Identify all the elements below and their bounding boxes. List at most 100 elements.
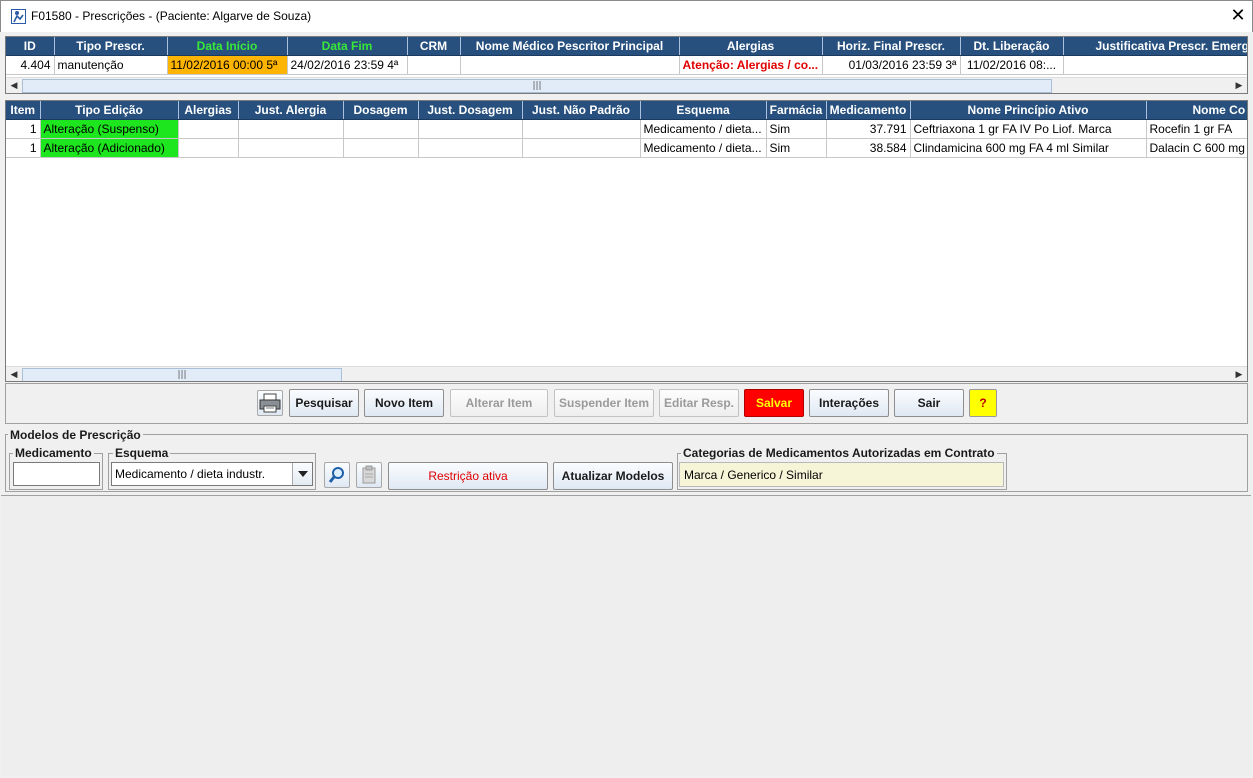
col-nome-medico[interactable]: Nome Médico Pescritor Principal — [460, 37, 680, 56]
interacoes-button[interactable]: Interações — [809, 389, 889, 417]
cell-data-fim[interactable]: 24/02/2016 23:59 4ª — [287, 55, 408, 75]
col-just-dosagem[interactable]: Just. Dosagem — [418, 101, 523, 120]
cell-tipo-edicao[interactable]: Alteração (Adicionado) — [40, 138, 179, 158]
cell-justificativa[interactable] — [1063, 55, 1247, 75]
prescriptions-grid: ID Tipo Prescr. Data Início Data Fim CRM… — [6, 37, 1247, 75]
print-button[interactable] — [257, 390, 283, 416]
cell-horiz-final[interactable]: 01/03/2016 23:59 3ª — [822, 55, 961, 75]
col-nome-comercial[interactable]: Nome Co — [1146, 101, 1247, 120]
close-icon[interactable]: ✕ — [1227, 4, 1249, 28]
help-button[interactable]: ? — [969, 389, 997, 417]
cell-id[interactable]: 4.404 — [6, 55, 55, 75]
prescriptions-table: ID Tipo Prescr. Data Início Data Fim CRM… — [5, 36, 1248, 94]
cell-nome-principio-ativo[interactable]: Ceftriaxona 1 gr FA IV Po Liof. Marca — [910, 119, 1147, 139]
col-alergias[interactable]: Alergias — [178, 101, 239, 120]
cell-farmacia[interactable]: Sim — [766, 138, 827, 158]
cell-just-nao-padrao[interactable] — [522, 138, 641, 158]
col-farmacia[interactable]: Farmácia — [766, 101, 827, 120]
col-justificativa[interactable]: Justificativa Prescr. Emerg — [1063, 37, 1247, 56]
col-just-alergia[interactable]: Just. Alergia — [238, 101, 344, 120]
cell-nome-principio-ativo[interactable]: Clindamicina 600 mg FA 4 ml Similar — [910, 138, 1147, 158]
scroll-left-icon[interactable]: ◀ — [6, 367, 22, 381]
scroll-thumb[interactable]: ||| — [22, 79, 1052, 93]
medicamento-label: Medicamento — [13, 446, 94, 460]
cell-nome-comercial[interactable]: Dalacin C 600 mg — [1146, 138, 1247, 158]
col-nome-principio-ativo[interactable]: Nome Princípio Ativo — [910, 101, 1147, 120]
prescriptions-hscrollbar[interactable]: ◀ ||| ▶ — [6, 77, 1247, 93]
cell-just-nao-padrao[interactable] — [522, 119, 641, 139]
cell-dt-liberacao[interactable]: 11/02/2016 08:... — [960, 55, 1064, 75]
cell-esquema[interactable]: Medicamento / dieta... — [640, 138, 767, 158]
esquema-label: Esquema — [113, 446, 171, 460]
table-row[interactable]: 1 Alteração (Adicionado) Medicamento / d… — [6, 138, 1247, 158]
suspender-item-button[interactable]: Suspender Item — [554, 389, 654, 417]
col-alergias[interactable]: Alergias — [679, 37, 823, 56]
col-just-nao-padrao[interactable]: Just. Não Padrão — [522, 101, 641, 120]
items-table: Item Tipo Edição Alergias Just. Alergia … — [5, 100, 1248, 382]
search-model-button[interactable] — [324, 462, 350, 488]
cell-nome-medico[interactable] — [460, 55, 680, 75]
atualizar-modelos-button[interactable]: Atualizar Modelos — [553, 462, 673, 490]
cell-dosagem[interactable] — [343, 138, 419, 158]
esquema-dropdown-button[interactable] — [292, 463, 312, 485]
window-title: F01580 - Prescrições - (Paciente: Algarv… — [31, 9, 312, 23]
esquema-selected-value: Medicamento / dieta industr. — [115, 467, 266, 481]
cell-farmacia[interactable]: Sim — [766, 119, 827, 139]
alterar-item-button[interactable]: Alterar Item — [450, 389, 548, 417]
cell-dosagem[interactable] — [343, 119, 419, 139]
col-data-fim[interactable]: Data Fim — [287, 37, 408, 56]
editar-resp-button[interactable]: Editar Resp. — [659, 389, 739, 417]
clipboard-button[interactable] — [356, 462, 382, 488]
col-esquema[interactable]: Esquema — [640, 101, 767, 120]
sair-button[interactable]: Sair — [894, 389, 964, 417]
cell-medicamento[interactable]: 37.791 — [826, 119, 911, 139]
restricao-ativa-button[interactable]: Restrição ativa — [388, 462, 548, 490]
cell-alergias[interactable]: Atenção: Alergias / co... — [679, 55, 823, 75]
scroll-right-icon[interactable]: ▶ — [1231, 367, 1247, 381]
scroll-grip-icon: ||| — [532, 81, 542, 91]
esquema-select[interactable]: Medicamento / dieta industr. — [111, 462, 313, 486]
col-dt-liberacao[interactable]: Dt. Liberação — [960, 37, 1064, 56]
pesquisar-button[interactable]: Pesquisar — [289, 389, 359, 417]
scroll-right-icon[interactable]: ▶ — [1231, 78, 1247, 93]
col-data-inicio[interactable]: Data Início — [167, 37, 288, 56]
cell-tipo-prescr[interactable]: manutenção — [54, 55, 168, 75]
items-hscrollbar[interactable]: ◀ ||| ▶ — [6, 366, 1247, 381]
col-item[interactable]: Item — [6, 101, 41, 120]
table-row[interactable]: 4.404 manutenção 11/02/2016 00:00 5ª 24/… — [6, 55, 1247, 75]
scroll-thumb[interactable]: ||| — [22, 368, 342, 381]
cell-tipo-edicao[interactable]: Alteração (Suspenso) — [40, 119, 179, 139]
window-titlebar: F01580 - Prescrições - (Paciente: Algarv… — [0, 0, 1253, 32]
col-tipo-edicao[interactable]: Tipo Edição — [40, 101, 179, 120]
salvar-button[interactable]: Salvar — [744, 389, 804, 417]
cell-crm[interactable] — [407, 55, 461, 75]
cell-just-dosagem[interactable] — [418, 119, 523, 139]
search-icon — [328, 467, 344, 483]
cell-nome-comercial[interactable]: Rocefin 1 gr FA — [1146, 119, 1247, 139]
medicamento-input[interactable] — [13, 462, 100, 486]
col-horiz-final[interactable]: Horiz. Final Prescr. — [822, 37, 961, 56]
cell-just-dosagem[interactable] — [418, 138, 523, 158]
cell-alergias[interactable] — [178, 119, 239, 139]
cell-just-alergia[interactable] — [238, 138, 344, 158]
table-row[interactable]: 1 Alteração (Suspenso) Medicamento / die… — [6, 119, 1247, 139]
col-crm[interactable]: CRM — [407, 37, 461, 56]
col-medicamento[interactable]: Medicamento — [826, 101, 911, 120]
cell-alergias[interactable] — [178, 138, 239, 158]
cell-esquema[interactable]: Medicamento / dieta... — [640, 119, 767, 139]
chevron-down-icon — [298, 471, 308, 477]
col-id[interactable]: ID — [6, 37, 55, 56]
col-tipo-prescr[interactable]: Tipo Prescr. — [54, 37, 168, 56]
clipboard-icon — [362, 465, 376, 484]
col-dosagem[interactable]: Dosagem — [343, 101, 419, 120]
modelos-title: Modelos de Prescrição — [8, 428, 143, 442]
cell-medicamento[interactable]: 38.584 — [826, 138, 911, 158]
cell-item[interactable]: 1 — [6, 138, 41, 158]
scroll-left-icon[interactable]: ◀ — [6, 78, 22, 93]
printer-icon — [259, 393, 281, 413]
cell-item[interactable]: 1 — [6, 119, 41, 139]
cell-data-inicio[interactable]: 11/02/2016 00:00 5ª — [167, 55, 288, 75]
empty-content-area — [1, 495, 1251, 776]
novo-item-button[interactable]: Novo Item — [364, 389, 444, 417]
cell-just-alergia[interactable] — [238, 119, 344, 139]
